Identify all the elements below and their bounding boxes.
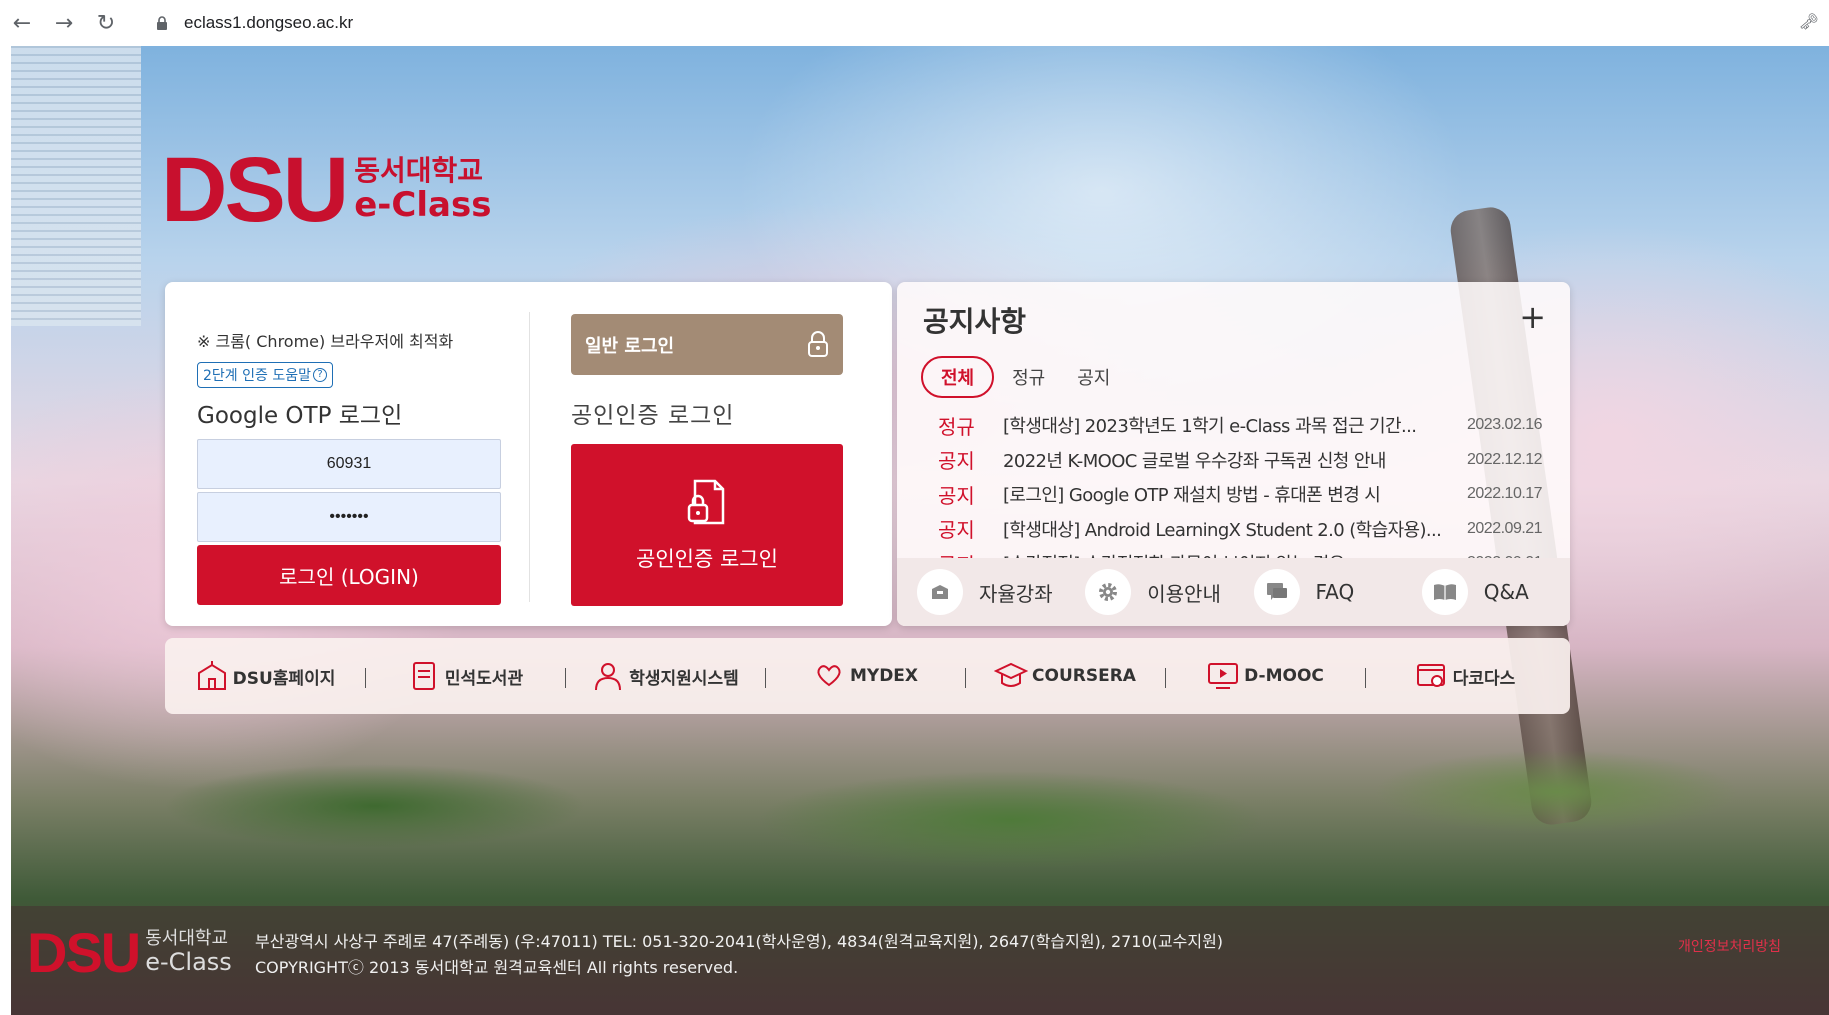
notice-link[interactable]: [학생대상] 2023학년도 1학기 e-Class 과목 접근 기간... [1003, 412, 1459, 438]
graduation-cap-icon [994, 662, 1029, 687]
list-item[interactable]: 정규 [학생대상] 2023학년도 1학기 e-Class 과목 접근 기간..… [923, 408, 1563, 443]
footer: DSU 동서대학교 e-Class 부산광역시 사상구 주례로 47(주례동) … [11, 906, 1829, 1015]
list-item[interactable]: 공지 [로그인] Google OTP 재설치 방법 - 휴대폰 변경 시 20… [923, 477, 1563, 512]
link-label: 다코다스 [1452, 668, 1516, 689]
quick-link-label: Q&A [1483, 580, 1529, 604]
notice-category: 공지 [938, 483, 975, 508]
self-course-link[interactable]: 자율강좌 [917, 569, 1065, 615]
dsu-eclass-logo[interactable]: DSU 동서대학교 e-Class [161, 144, 491, 236]
help-badge-label: 2단계 인증 도움말 [203, 368, 311, 384]
list-item[interactable]: 공지 2022년 K-MOOC 글로벌 우수강좌 구독권 신청 안내 2022.… [923, 443, 1563, 478]
cert-login-title: 공인인증 로그인 [571, 403, 735, 429]
quick-link-label: 자율강좌 [979, 581, 1053, 606]
footer-logo-kr: 동서대학교 [145, 928, 229, 950]
book-bag-icon [932, 585, 948, 599]
privacy-policy-link[interactable]: 개인정보처리방침 [1678, 936, 1781, 956]
link-label: DSU홈페이지 [232, 668, 336, 689]
plus-icon[interactable]: + [1519, 298, 1546, 336]
general-login-label: 일반 로그인 [585, 335, 675, 357]
login-button[interactable]: 로그인 (LOGIN) [197, 545, 501, 605]
tab-regular[interactable]: 정규 [1012, 364, 1045, 390]
address-bar[interactable]: eclass1.dongseo.ac.kr [140, 4, 1810, 42]
footer-address: 부산광역시 사상구 주례로 47(주례동) (우:47011) TEL: 051… [255, 932, 1224, 951]
background-building [11, 46, 141, 326]
footer-logo-en: e-Class [145, 948, 232, 977]
notice-date: 2022.09.21 [1467, 519, 1543, 537]
padlock-icon [808, 331, 828, 357]
d-mooc-link[interactable]: D-MOOC [1165, 638, 1365, 714]
url-text: eclass1.dongseo.ac.kr [184, 13, 354, 32]
footer-logo: DSU 동서대학교 e-Class [27, 920, 232, 985]
reload-icon[interactable]: ↻ [86, 3, 126, 43]
link-label: D-MOOC [1244, 666, 1324, 686]
background-greenery [11, 736, 1829, 876]
coursera-link[interactable]: COURSERA [965, 638, 1165, 714]
guide-link[interactable]: 이용안내 [1085, 569, 1233, 615]
dacodas-link[interactable]: 다코다스 [1365, 638, 1565, 714]
notice-card: 공지사항 + 전체 정규 공지 정규 [학생대상] 2023학년도 1학기 e-… [897, 282, 1570, 626]
general-login-button[interactable]: 일반 로그인 [571, 314, 843, 375]
notice-date: 2023.02.16 [1467, 416, 1543, 434]
link-label: 민석도서관 [444, 668, 524, 689]
document-icon [412, 662, 435, 690]
logo-university-name: 동서대학교 [354, 153, 484, 187]
hands-heart-icon [817, 665, 841, 687]
notice-link[interactable]: [로그인] Google OTP 재설치 방법 - 휴대폰 변경 시 [1003, 481, 1459, 507]
cert-login-button[interactable]: 공인인증 로그인 [571, 444, 843, 606]
open-book-icon [1433, 584, 1456, 600]
quick-link-label: FAQ [1315, 580, 1355, 604]
notice-title: 공지사항 [923, 305, 1027, 338]
notice-category: 정규 [938, 414, 975, 439]
quick-link-label: 이용안내 [1147, 581, 1221, 606]
password-input[interactable] [197, 492, 501, 542]
list-item[interactable]: 공지 [학생대상] Android LearningX Student 2.0 … [923, 512, 1563, 547]
window-search-icon [1416, 664, 1445, 687]
two-factor-help-button[interactable]: 2단계 인증 도움말 ? [197, 362, 333, 388]
tab-notice[interactable]: 공지 [1077, 364, 1110, 390]
footer-copyright: COPYRIGHTⓒ 2013 동서대학교 원격교육센터 All rights … [255, 958, 739, 977]
cert-button-label: 공인인증 로그인 [636, 547, 778, 571]
notice-date: 2022.12.12 [1467, 450, 1543, 468]
certificate-lock-icon [687, 479, 725, 525]
password-key-icon[interactable]: 🗝 [1799, 12, 1819, 31]
link-label: MYDEX [849, 666, 919, 686]
student-icon [595, 663, 622, 691]
back-icon[interactable]: ← [2, 3, 42, 43]
notice-link[interactable]: 2022년 K-MOOC 글로벌 우수강좌 구독권 신청 안내 [1003, 447, 1459, 473]
quick-links: 자율강좌 이용안내 FAQ Q&A [897, 558, 1570, 626]
monitor-play-icon [1208, 663, 1239, 689]
login-card: ※ 크롬( Chrome) 브라우저에 최적화 2단계 인증 도움말 ? Goo… [165, 282, 892, 626]
lock-icon [157, 16, 167, 30]
footer-logo-dsu: DSU [27, 921, 141, 984]
gear-icon [1099, 583, 1118, 601]
otp-login-title: Google OTP 로그인 [197, 403, 403, 429]
dsu-homepage-link[interactable]: DSU홈페이지 [165, 638, 365, 714]
user-id-input[interactable] [197, 439, 501, 489]
page: DSU 동서대학교 e-Class ※ 크롬( Chrome) 브라우저에 최적… [11, 46, 1829, 1015]
notice-link[interactable]: [학생대상] Android LearningX Student 2.0 (학습… [1003, 516, 1459, 542]
related-links-bar: DSU홈페이지 민석도서관 학생지원시스템 MYDEX COURSERA D-M… [165, 638, 1570, 714]
chrome-note: ※ 크롬( Chrome) 브라우저에 최적화 [197, 332, 454, 351]
building-icon [197, 661, 226, 690]
student-support-link[interactable]: 학생지원시스템 [565, 638, 765, 714]
notice-tabs: 전체 정규 공지 [921, 356, 1142, 398]
notice-list: 정규 [학생대상] 2023학년도 1학기 e-Class 과목 접근 기간..… [923, 408, 1563, 581]
logo-eclass: e-Class [354, 184, 492, 225]
logo-dsu: DSU [161, 139, 349, 241]
mydex-link[interactable]: MYDEX [765, 638, 965, 714]
browser-toolbar: ← → ↻ eclass1.dongseo.ac.kr 🗝 [0, 0, 1829, 46]
chat-icon [1266, 583, 1287, 600]
link-label: 학생지원시스템 [629, 668, 739, 689]
question-icon: ? [312, 368, 327, 382]
forward-icon[interactable]: → [44, 3, 84, 43]
library-link[interactable]: 민석도서관 [365, 638, 565, 714]
tab-all[interactable]: 전체 [921, 356, 995, 398]
notice-date: 2022.10.17 [1467, 485, 1543, 503]
divider [529, 312, 530, 602]
link-label: COURSERA [1032, 666, 1136, 686]
qna-link[interactable]: Q&A [1421, 569, 1570, 615]
notice-category: 공지 [938, 449, 975, 474]
notice-category: 공지 [938, 518, 975, 543]
faq-link[interactable]: FAQ [1253, 569, 1402, 615]
